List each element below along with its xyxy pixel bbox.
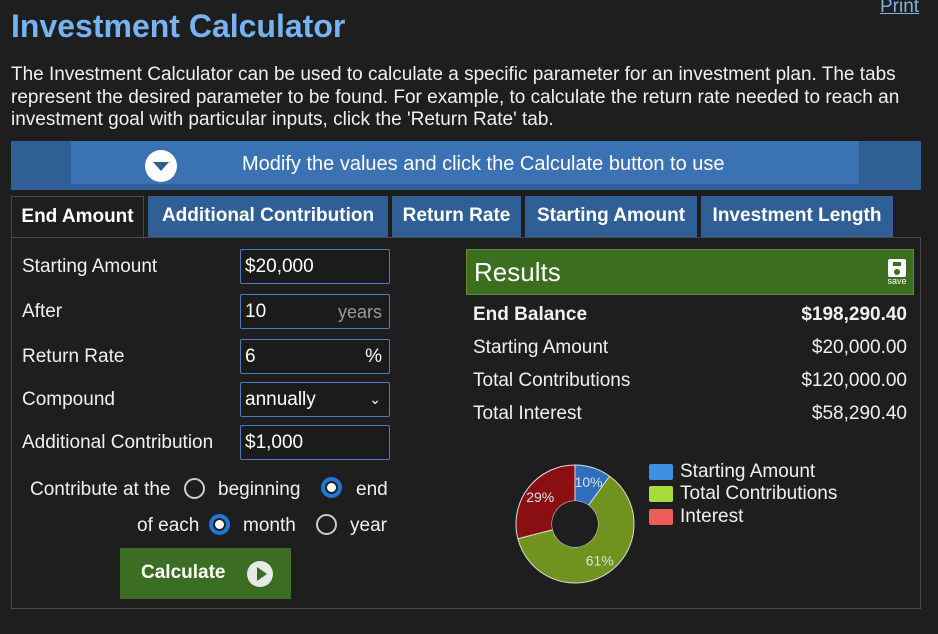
- additional-contribution-value: $1,000: [245, 432, 304, 453]
- radio-month[interactable]: [209, 514, 230, 535]
- legend-swatch: [649, 464, 673, 480]
- compound-value: annually: [245, 389, 316, 410]
- results-header: Results save: [466, 249, 914, 295]
- slice-label: 61%: [586, 552, 614, 568]
- print-link[interactable]: Print: [880, 0, 919, 18]
- years-input[interactable]: 10 years: [240, 294, 390, 329]
- save-button[interactable]: save: [886, 259, 908, 286]
- percent-unit: %: [365, 346, 382, 367]
- legend-label: Interest: [680, 506, 744, 527]
- contribute-at-label: Contribute at the: [30, 479, 171, 500]
- return-rate-input[interactable]: 6 %: [240, 339, 390, 374]
- slice-label: 10%: [575, 474, 603, 490]
- radio-beginning[interactable]: [184, 478, 205, 499]
- legend-swatch: [649, 509, 673, 525]
- radio-end[interactable]: [321, 477, 342, 498]
- return-rate-label: Return Rate: [22, 346, 125, 367]
- tab-end-amount[interactable]: End Amount: [11, 196, 144, 239]
- radio-year[interactable]: [316, 514, 337, 535]
- results-title: Results: [474, 257, 561, 287]
- additional-contribution-input[interactable]: $1,000: [240, 425, 390, 460]
- compound-label: Compound: [22, 389, 115, 410]
- starting-amount-result-label: Starting Amount: [473, 337, 609, 358]
- banner-text: Modify the values and click the Calculat…: [242, 153, 725, 175]
- end-balance-label: End Balance: [473, 304, 588, 325]
- total-interest-value: $58,290.40: [811, 403, 907, 424]
- save-label: save: [887, 276, 907, 286]
- total-contributions-value: $120,000.00: [801, 370, 907, 391]
- compound-select[interactable]: annually ⌄: [240, 382, 390, 417]
- additional-contribution-label: Additional Contribution: [22, 432, 214, 453]
- end-balance-value: $198,290.40: [801, 304, 907, 325]
- breakdown-donut-chart: 10% 61% 29%: [515, 464, 635, 584]
- calculate-button[interactable]: Calculate: [120, 548, 291, 599]
- page-title: Investment Calculator: [11, 8, 346, 44]
- of-each-label: of each: [137, 515, 200, 536]
- chevron-down-icon: ⌄: [369, 391, 381, 407]
- starting-amount-value: $20,000: [245, 256, 314, 277]
- intro-text: The Investment Calculator can be used to…: [11, 64, 900, 130]
- beginning-label: beginning: [218, 479, 301, 500]
- starting-amount-result-value: $20,000.00: [811, 337, 907, 358]
- years-unit: years: [337, 302, 382, 322]
- tab-starting-amount[interactable]: Starting Amount: [525, 196, 697, 238]
- year-label: year: [350, 515, 387, 536]
- years-value: 10: [245, 301, 267, 322]
- calculate-label: Calculate: [141, 562, 226, 583]
- legend-label: Starting Amount: [680, 461, 816, 482]
- end-label: end: [356, 479, 388, 500]
- legend-swatch: [649, 486, 673, 502]
- total-contributions-label: Total Contributions: [473, 370, 631, 391]
- tab-return-rate[interactable]: Return Rate: [392, 196, 521, 238]
- play-icon: [247, 561, 273, 587]
- tab-additional-contribution[interactable]: Additional Contribution: [148, 196, 388, 238]
- slice-label: 29%: [526, 489, 554, 505]
- starting-amount-input[interactable]: $20,000: [240, 249, 390, 284]
- chevron-down-icon[interactable]: [145, 150, 177, 182]
- floppy-disk-icon: [888, 259, 906, 277]
- month-label: month: [243, 515, 296, 536]
- tab-investment-length[interactable]: Investment Length: [701, 196, 893, 238]
- return-rate-value: 6: [245, 346, 256, 367]
- total-interest-label: Total Interest: [473, 403, 582, 424]
- donut-hole: [552, 501, 598, 547]
- legend-label: Total Contributions: [680, 483, 838, 504]
- after-label: After: [22, 301, 63, 322]
- starting-amount-label: Starting Amount: [22, 256, 158, 277]
